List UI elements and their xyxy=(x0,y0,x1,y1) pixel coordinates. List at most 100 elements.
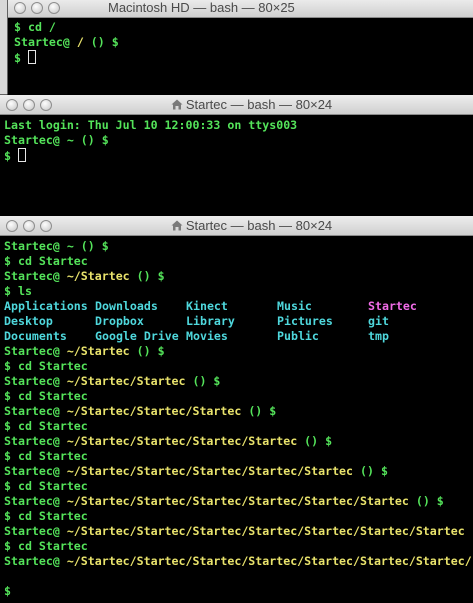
terminal-window-home-2[interactable]: Startec — bash — 80×24 Startec@ ~ () $ $ … xyxy=(0,216,473,603)
text-cursor xyxy=(17,148,26,162)
ls-output-row: Desktop Dropbox Library Pictures git xyxy=(4,314,469,329)
title-bar[interactable]: Startec — bash — 80×24 xyxy=(0,95,473,115)
terminal-text-segment: ~/Startec xyxy=(66,344,137,358)
terminal-text-segment: ~/Startec/Startec/Startec/Startec/Starte… xyxy=(66,554,472,568)
ls-entry: Documents xyxy=(4,329,67,343)
title-bar[interactable]: Startec — bash — 80×24 xyxy=(0,216,473,236)
terminal-text-segment: () $ xyxy=(192,374,221,388)
terminal-line: $ cd Startec xyxy=(4,449,469,464)
ls-entry: Dropbox xyxy=(95,314,144,328)
ls-entry: Google Drive xyxy=(95,329,179,343)
window-title: Startec — bash — 80×24 xyxy=(0,218,473,233)
terminal-window-root[interactable]: Macintosh HD — bash — 80×25 $ cd / Starte… xyxy=(8,0,473,98)
ls-entry: Applications xyxy=(4,299,88,313)
terminal-text-segment: () $ xyxy=(415,494,444,508)
ls-entry: Kinect xyxy=(186,299,228,313)
house-icon xyxy=(171,99,183,110)
terminal-text-segment: ~/Startec/Startec/Startec/Startec/Starte… xyxy=(66,464,360,478)
ls-entry: Library xyxy=(186,314,235,328)
ls-entry: Startec xyxy=(368,299,417,313)
terminal-output[interactable]: Startec@ ~ () $ $ cd Startec Startec@ ~/St… xyxy=(0,236,473,599)
terminal-line: Startec@ ~/Startec/Startec/Startec/Start… xyxy=(4,494,469,509)
terminal-text-segment: ~/Startec xyxy=(66,269,137,283)
terminal-text-segment: ~/Startec/Startec xyxy=(66,374,193,388)
terminal-line: Startec@ ~/Startec/Startec/Startec/Start… xyxy=(4,524,469,539)
terminal-line: $ xyxy=(4,148,469,163)
terminal-line: Startec@ ~/Startec () $ xyxy=(4,269,469,284)
window-title-text: Startec — bash — 80×24 xyxy=(185,97,333,112)
terminal-text-segment: $ ls xyxy=(4,284,32,298)
terminal-output[interactable]: $ cd / Startec@ / () $ $ xyxy=(8,18,473,65)
terminal-line: Startec@ ~/Startec/Startec/Startec/Start… xyxy=(4,464,469,479)
terminal-text-segment: $ cd Startec xyxy=(4,509,88,523)
terminal-text-segment: $ xyxy=(4,584,11,598)
window-controls xyxy=(8,2,60,14)
terminal-text-segment: $ cd Startec xyxy=(4,389,88,403)
terminal-text-segment: Startec@ xyxy=(4,464,67,478)
terminal-text-segment: Startec@ xyxy=(4,434,67,448)
terminal-line: Startec@ ~/Startec/Startec/Startec/Start… xyxy=(4,434,469,449)
terminal-line: Startec@ ~/Startec/Startec/Startec/Start… xyxy=(4,554,472,569)
terminal-text-segment: $ xyxy=(4,149,18,163)
terminal-line: $ cd Startec xyxy=(4,359,469,374)
window-title-text: Macintosh HD — bash — 80×25 xyxy=(108,0,295,15)
terminal-text-segment: () $ xyxy=(136,344,165,358)
terminal-text-segment: ~/Startec/Startec/Startec xyxy=(66,404,249,418)
ls-entry: git xyxy=(368,314,389,328)
terminal-text-segment: $ cd Startec xyxy=(4,359,88,373)
terminal-line: $ cd Startec xyxy=(4,509,469,524)
close-button[interactable] xyxy=(14,2,26,14)
terminal-line: Startec@ ~/Startec () $ xyxy=(4,344,469,359)
terminal-text-segment: Last login: Thu Jul 10 12:00:33 on ttys0… xyxy=(4,118,298,132)
house-icon xyxy=(171,220,183,231)
terminal-text-segment: Startec@ xyxy=(4,524,67,538)
ls-entry: Public xyxy=(277,329,319,343)
terminal-text-segment: Startec@ xyxy=(4,374,67,388)
terminal-text-segment: () $ xyxy=(304,434,333,448)
terminal-line: $ xyxy=(4,584,469,599)
terminal-text-segment: $ cd Startec xyxy=(4,419,88,433)
terminal-window-home-1[interactable]: Startec — bash — 80×24 Last login: Thu J… xyxy=(0,95,473,217)
terminal-line: $ ls xyxy=(4,284,469,299)
terminal-text-segment: () $ xyxy=(136,269,165,283)
terminal-text-segment: Startec@ ~ () $ xyxy=(4,133,109,147)
ls-entry: Desktop xyxy=(4,314,53,328)
terminal-text-segment: Startec@ xyxy=(4,269,67,283)
terminal-output[interactable]: Last login: Thu Jul 10 12:00:33 on ttys0… xyxy=(0,115,473,163)
terminal-line: Startec@ ~/Startec/Startec () $ xyxy=(4,374,469,389)
window-title: Macintosh HD — bash — 80×25 xyxy=(108,0,473,15)
terminal-text-segment: / xyxy=(76,35,91,49)
zoom-button[interactable] xyxy=(48,2,60,14)
terminal-line: Startec@ ~ () $ xyxy=(4,133,469,148)
ls-entry: Music xyxy=(277,299,312,313)
text-cursor xyxy=(27,50,36,64)
terminal-line: Startec@ / () $ xyxy=(14,35,469,50)
terminal-text-segment: Startec@ xyxy=(4,404,67,418)
terminal-line: $ cd / xyxy=(14,20,469,35)
terminal-text-segment: ~/Startec/Startec/Startec/Startec/Starte… xyxy=(66,524,465,538)
terminal-text-segment: $ cd Startec xyxy=(4,254,88,268)
title-bar[interactable]: Macintosh HD — bash — 80×25 xyxy=(8,0,473,18)
minimize-button[interactable] xyxy=(31,2,43,14)
ls-entry: Movies xyxy=(186,329,228,343)
terminal-text-segment: ~/Startec/Startec/Startec/Startec/Starte… xyxy=(66,494,416,508)
terminal-text-segment: $ cd / xyxy=(14,20,56,34)
terminal-text-segment: Startec@ xyxy=(4,344,67,358)
terminal-line: $ cd Startec xyxy=(4,479,469,494)
terminal-text-segment: () $ xyxy=(90,35,119,49)
terminal-text-segment: $ cd Startec xyxy=(4,539,88,553)
terminal-text-segment: $ cd Startec xyxy=(4,479,88,493)
ls-entry: Downloads xyxy=(95,299,158,313)
terminal-text-segment: Startec@ xyxy=(4,554,67,568)
ls-output-row: Documents Google Drive Movies Public tmp xyxy=(4,329,469,344)
ls-output-row: Applications Downloads Kinect Music Startec xyxy=(4,299,469,314)
terminal-text-segment: () $ xyxy=(248,404,277,418)
terminal-line: $ xyxy=(14,50,469,65)
terminal-text-segment: Startec@ xyxy=(14,35,77,49)
ls-entry: tmp xyxy=(368,329,389,343)
terminal-text-segment: Startec@ ~ () $ xyxy=(4,239,109,253)
terminal-text-segment: () $ xyxy=(360,464,388,478)
terminal-line: Startec@ ~ () $ xyxy=(4,239,469,254)
terminal-line: $ cd Startec xyxy=(4,419,469,434)
